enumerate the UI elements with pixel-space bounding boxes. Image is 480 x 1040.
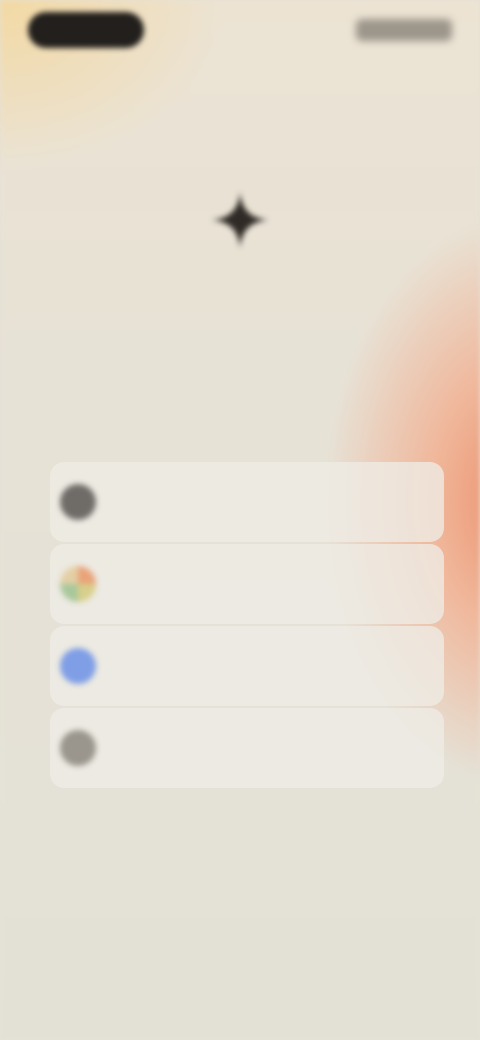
continue-with-apple-button[interactable] [50,462,444,542]
status-bar [0,0,480,60]
status-time [28,12,144,48]
continue-with-email-button[interactable] [50,708,444,788]
sign-in-options [50,462,444,790]
apple-icon [60,484,96,520]
continue-with-facebook-button[interactable] [50,626,444,706]
continue-with-google-button[interactable] [50,544,444,624]
google-icon [60,566,96,602]
mail-icon [60,730,96,766]
status-icons [356,19,452,41]
sparkle-icon [212,192,268,248]
facebook-icon [60,648,96,684]
